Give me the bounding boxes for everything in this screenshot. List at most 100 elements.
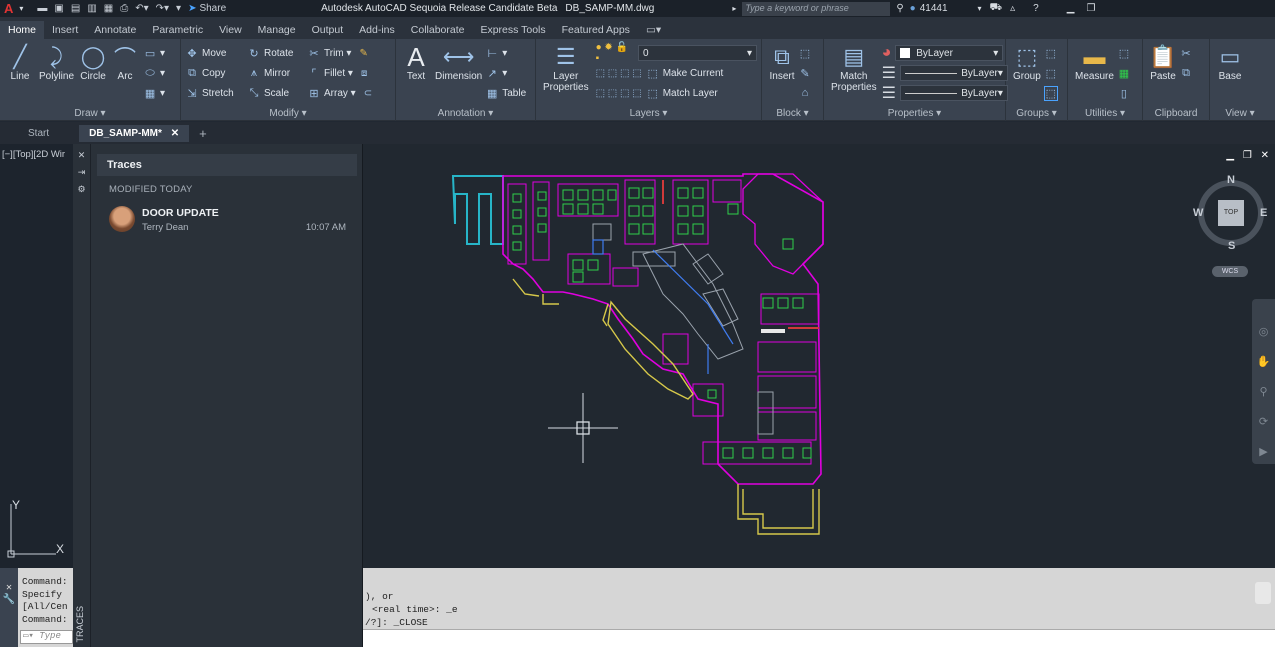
tab-view[interactable]: View	[211, 21, 250, 39]
redo-icon[interactable]: ↷▾	[156, 3, 169, 14]
copy-button[interactable]: ⧉ Copy	[185, 63, 247, 83]
traces-settings-icon[interactable]: ⚙	[73, 184, 90, 195]
linetype-dropdown[interactable]: ByLayer ▾	[899, 85, 1008, 101]
command-input[interactable]: ▭▾ Type	[20, 630, 73, 644]
dimension-button[interactable]: ⟷ Dimension	[435, 43, 482, 103]
new-tab-button[interactable]: +	[199, 126, 207, 141]
make-current-button[interactable]: ⬚ ⬚ ⬚ ⬚ ⬚ Make Current	[596, 63, 757, 83]
customize-wrench-icon[interactable]: 🔧	[3, 595, 15, 606]
command-line-input[interactable]	[363, 629, 1275, 647]
auto-hide-icon[interactable]: ⇥	[73, 167, 90, 178]
paste-button[interactable]: 📋 Paste	[1149, 43, 1176, 83]
text-button[interactable]: A Text	[403, 42, 429, 103]
clipboard-panel-title[interactable]: Clipboard	[1143, 108, 1209, 119]
tab-home[interactable]: Home	[0, 21, 45, 39]
print-icon[interactable]: ⎙	[120, 3, 128, 14]
compass-e[interactable]: E	[1260, 207, 1267, 219]
utilities-panel-title[interactable]: Utilities ▾	[1068, 108, 1142, 119]
layer-state-icons[interactable]: ● ✹ 🔓 ▪	[596, 42, 634, 64]
tab-collaborate[interactable]: Collaborate	[403, 21, 473, 39]
open-file-icon[interactable]: ▣	[54, 3, 63, 14]
pan-icon[interactable]: ✋	[1252, 347, 1275, 377]
leader-button[interactable]: ↗ ▾	[485, 63, 526, 83]
calculator-button[interactable]: ▦	[1117, 63, 1134, 83]
new-file-icon[interactable]: ▬	[37, 3, 47, 14]
block-attributes-button[interactable]: ⌂	[798, 83, 815, 103]
command-grip[interactable]: ✕ 🔧	[0, 568, 18, 647]
floor-plan-drawing[interactable]	[363, 144, 1275, 568]
insert-button[interactable]: ⧉ Insert	[769, 43, 795, 103]
create-block-button[interactable]: ⬚	[798, 43, 815, 63]
erase-icon[interactable]: ✎	[359, 48, 367, 59]
user-icon[interactable]: ●	[910, 3, 916, 14]
trace-list-item[interactable]: DOOR UPDATE Terry Dean 10:07 AM	[107, 202, 352, 238]
minimize-icon[interactable]: ▁	[1067, 3, 1075, 14]
tab-featured-apps[interactable]: Featured Apps	[554, 21, 638, 39]
cart-icon[interactable]: ⛟	[990, 2, 1003, 15]
steering-wheel-icon[interactable]: ◎	[1252, 317, 1275, 347]
cloud-save-icon[interactable]: ▦	[104, 3, 113, 14]
ungroup-button[interactable]: ⬚	[1044, 43, 1061, 63]
command-scroll-icon[interactable]	[1255, 582, 1271, 604]
polyline-button[interactable]: ⤸ Polyline	[39, 43, 74, 103]
autodesk-a-icon[interactable]: ▵	[1010, 3, 1015, 14]
view-panel-title[interactable]: View ▾	[1210, 108, 1270, 119]
help-icon[interactable]: ?	[1033, 3, 1039, 14]
showmotion-icon[interactable]: ▶	[1252, 437, 1275, 467]
fillet-button[interactable]: ⌜ Fillet ▾ ⧈	[307, 63, 377, 83]
search-expand-icon[interactable]: ▸	[732, 4, 736, 13]
user-name[interactable]: 41441	[920, 3, 948, 14]
close-tab-icon[interactable]: ✕	[171, 128, 179, 139]
rotate-button[interactable]: ↻ Rotate	[247, 43, 307, 63]
trim-button[interactable]: ✂ Trim ▾ ✎	[307, 43, 377, 63]
undo-icon[interactable]: ↶▾	[135, 3, 148, 14]
measure-button[interactable]: ▬ Measure	[1075, 43, 1114, 103]
compass-w[interactable]: W	[1193, 207, 1203, 219]
ribbon-display-toggle-icon[interactable]: ▭▾	[638, 21, 669, 39]
scale-button[interactable]: ⤡ Scale	[247, 83, 307, 103]
offset-icon[interactable]: ⊂	[364, 88, 372, 99]
copy-clip-button[interactable]: ⧉	[1179, 63, 1196, 83]
orbit-icon[interactable]: ⟳	[1252, 407, 1275, 437]
navigation-bar[interactable]: ◎ ✋ ⚲ ⟳ ▶	[1252, 299, 1275, 464]
layer-dropdown[interactable]: 0 ▾	[637, 45, 757, 61]
color-dropdown[interactable]: ByLayer ▾	[895, 45, 1004, 61]
move-button[interactable]: ✥ Move	[185, 43, 247, 63]
zoom-extents-icon[interactable]: ⚲	[1252, 377, 1275, 407]
block-panel-title[interactable]: Block ▾	[762, 108, 823, 119]
group-button[interactable]: ⬚ Group	[1013, 43, 1041, 103]
circle-button[interactable]: ◯ Circle	[80, 43, 106, 103]
compass-n[interactable]: N	[1227, 174, 1235, 186]
group-edit-button[interactable]: ⬚	[1044, 63, 1061, 83]
viewcube[interactable]: TOP	[1198, 180, 1264, 246]
layers-panel-title[interactable]: Layers ▾	[536, 108, 761, 119]
search-input[interactable]: Type a keyword or phrase	[742, 1, 891, 16]
user-chevron-icon[interactable]: ▾	[978, 4, 982, 13]
quick-select-button[interactable]: ⬚	[1117, 43, 1134, 63]
base-button[interactable]: ▭ Base	[1217, 43, 1243, 82]
array-button[interactable]: ⊞ Array ▾ ⊂	[307, 83, 377, 103]
edit-block-button[interactable]: ✎	[798, 63, 815, 83]
line-button[interactable]: ╱ Line	[7, 43, 33, 103]
tab-insert[interactable]: Insert	[44, 21, 86, 39]
modify-panel-title[interactable]: Modify ▾	[181, 108, 395, 119]
tab-annotate[interactable]: Annotate	[86, 21, 144, 39]
table-button[interactable]: ▦ Table	[485, 83, 526, 103]
tab-drawing[interactable]: DB_SAMP-MM* ✕	[79, 124, 190, 142]
customize-qat-icon[interactable]: ▾	[176, 3, 181, 14]
compass-s[interactable]: S	[1228, 240, 1235, 252]
properties-panel-title[interactable]: Properties ▾	[824, 108, 1005, 119]
annotation-panel-title[interactable]: Annotation ▾	[396, 108, 535, 119]
save-as-icon[interactable]: ▥	[87, 3, 96, 14]
viewport-controls-label[interactable]: [−][Top][2D Wir	[0, 144, 73, 165]
arc-button[interactable]: ⌒ Arc	[112, 43, 138, 103]
save-icon[interactable]: ▤	[71, 3, 80, 14]
explode-icon[interactable]: ⧈	[361, 68, 367, 79]
tab-manage[interactable]: Manage	[250, 21, 304, 39]
stretch-button[interactable]: ⇲ Stretch	[185, 83, 247, 103]
groups-panel-title[interactable]: Groups ▾	[1006, 108, 1067, 119]
hatch-button[interactable]: ▦ ▾	[143, 83, 165, 103]
layer-properties-button[interactable]: ☰ Layer Properties	[543, 43, 589, 103]
linear-dim-button[interactable]: ⊢ ▾	[485, 43, 526, 63]
mirror-button[interactable]: ⩚ Mirror	[247, 63, 307, 83]
